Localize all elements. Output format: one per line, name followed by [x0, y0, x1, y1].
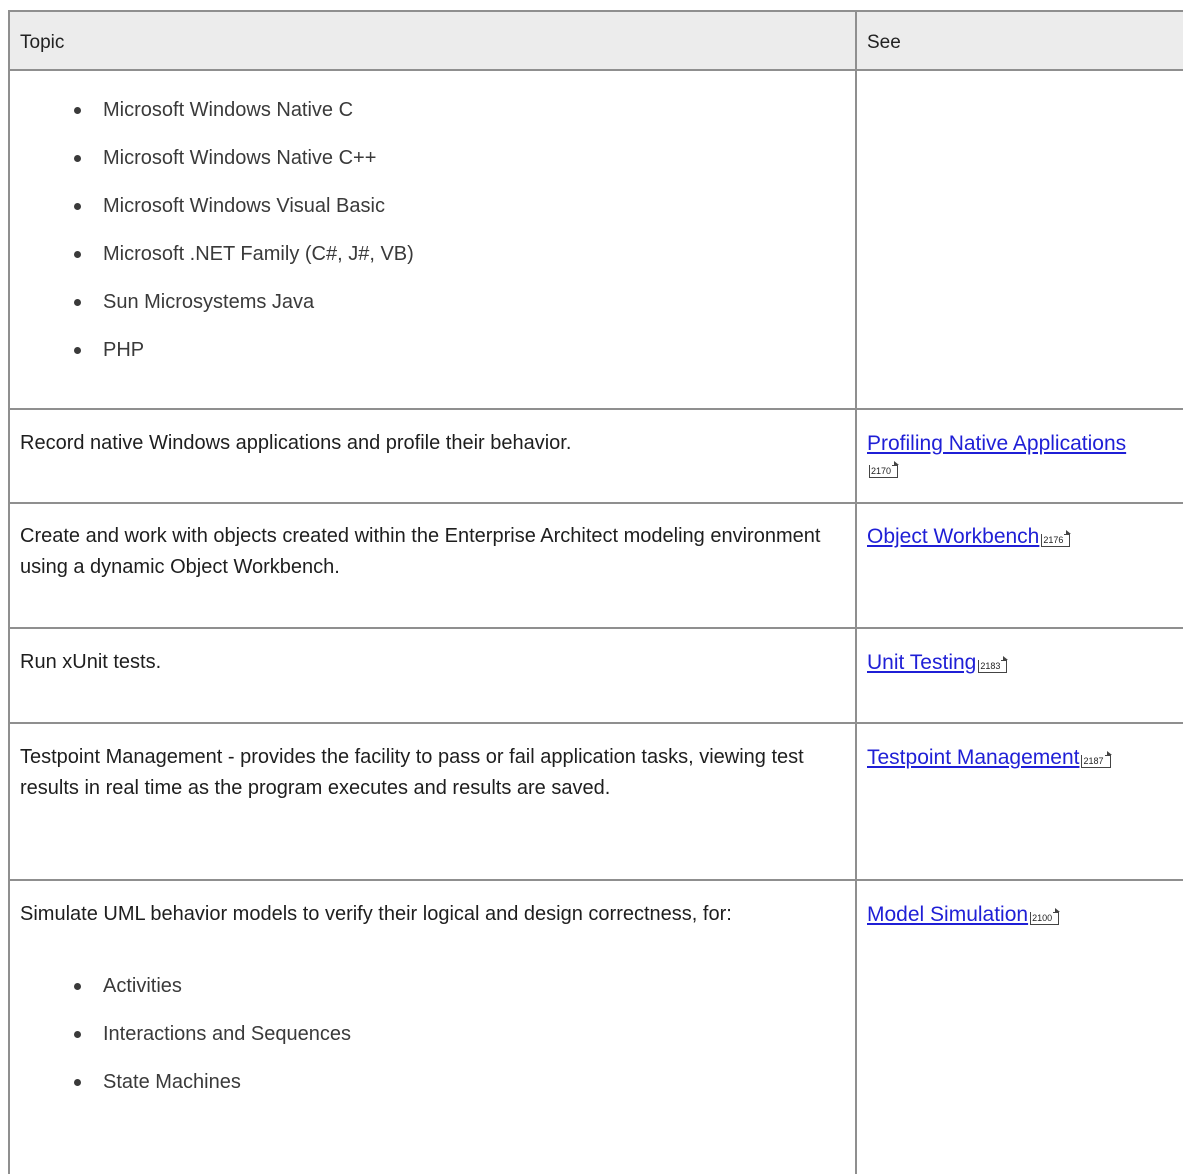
- table-row: Simulate UML behavior models to verify t…: [10, 881, 1183, 1176]
- topic-text: Run xUnit tests.: [20, 651, 162, 673]
- topic-see-table: Topic See Microsoft Windows Native C Mic…: [8, 10, 1183, 1174]
- table-row: Record native Windows applications and p…: [10, 410, 1183, 504]
- table-row: Microsoft Windows Native C Microsoft Win…: [10, 71, 1183, 410]
- object-workbench-link[interactable]: Object Workbench: [867, 525, 1039, 548]
- table-header-row: Topic See: [10, 12, 1183, 71]
- profiling-native-applications-link[interactable]: Profiling Native Applications: [867, 432, 1126, 455]
- page-reference-icon[interactable]: 2183: [978, 656, 1009, 673]
- bullet-icon: [74, 107, 81, 114]
- page-reference-icon[interactable]: 2100: [1030, 908, 1061, 925]
- see-cell: Unit Testing 2183: [867, 651, 1183, 675]
- see-cell: Profiling Native Applications 2170: [867, 432, 1183, 480]
- bullet-icon: [74, 983, 81, 990]
- topic-text: Record native Windows applications and p…: [20, 432, 572, 454]
- column-divider: [855, 12, 857, 1174]
- page-reference-icon[interactable]: 2170: [869, 461, 900, 478]
- page-reference-icon[interactable]: 2187: [1081, 751, 1112, 768]
- see-cell: Model Simulation 2100: [867, 903, 1183, 927]
- bullet-icon: [74, 155, 81, 162]
- see-cell: Testpoint Management 2187: [867, 746, 1183, 770]
- bullet-icon: [74, 251, 81, 258]
- table-row: Create and work with objects created wit…: [10, 504, 1183, 629]
- testpoint-management-link[interactable]: Testpoint Management: [867, 746, 1079, 769]
- bullet-icon: [74, 203, 81, 210]
- see-cell: Object Workbench 2176: [867, 525, 1183, 549]
- model-simulation-link[interactable]: Model Simulation: [867, 903, 1028, 926]
- header-see: See: [867, 32, 901, 53]
- unit-testing-link[interactable]: Unit Testing: [867, 651, 976, 674]
- header-topic: Topic: [20, 32, 65, 53]
- bullet-icon: [74, 347, 81, 354]
- topic-text: Testpoint Management - provides the faci…: [20, 746, 804, 799]
- table-row: Testpoint Management - provides the faci…: [10, 724, 1183, 881]
- bullet-icon: [74, 1031, 81, 1038]
- topic-text: Simulate UML behavior models to verify t…: [20, 903, 732, 925]
- bullet-icon: [74, 299, 81, 306]
- table-row: Run xUnit tests. Unit Testing 2183: [10, 629, 1183, 724]
- page-reference-icon[interactable]: 2176: [1041, 530, 1072, 547]
- topic-text: Create and work with objects created wit…: [20, 525, 821, 578]
- bullet-icon: [74, 1079, 81, 1086]
